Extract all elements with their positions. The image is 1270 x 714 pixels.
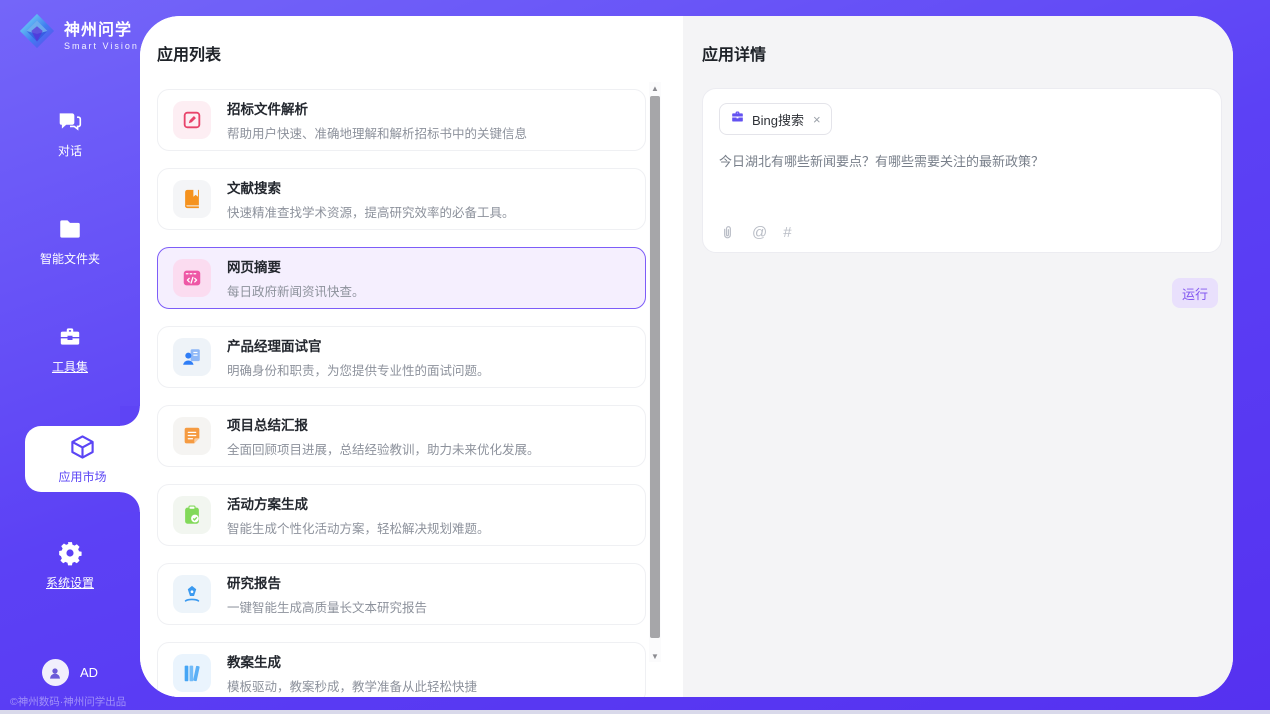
- app-card-description: 每日政府新闻资讯快查。: [227, 281, 365, 300]
- topic-icon[interactable]: #: [783, 224, 791, 241]
- app-card-description: 帮助用户快速、准确地理解和解析招标书中的关键信息: [227, 123, 527, 142]
- book-icon: [173, 180, 211, 218]
- paperclip-icon[interactable]: [719, 224, 736, 241]
- app-card[interactable]: 教案生成 模板驱动，教案秒成，教学准备从此轻松快捷: [157, 642, 646, 697]
- app-card-name: 网页摘要: [227, 256, 365, 276]
- note-icon: [173, 417, 211, 455]
- app-logo: 神州问学 Smart Vision: [18, 12, 139, 55]
- sidebar-nav-label: 智能文件夹: [40, 250, 100, 267]
- scrollbar-down-arrow-icon[interactable]: ▼: [649, 650, 661, 662]
- app-detail-title: 应用详情: [702, 41, 1233, 65]
- tag-close-icon[interactable]: ×: [813, 112, 821, 127]
- sidebar-nav-label: 系统设置: [46, 574, 94, 591]
- app-card[interactable]: 产品经理面试官 明确身份和职责，为您提供专业性的面试问题。: [157, 326, 646, 388]
- app-card-description: 明确身份和职责，为您提供专业性的面试问题。: [227, 360, 490, 379]
- user-account[interactable]: AD: [0, 659, 140, 686]
- scrollbar-thumb[interactable]: [650, 96, 660, 638]
- sidebar-nav: 对话 智能文件夹 工具集 应用市场: [0, 102, 140, 642]
- app-list-title: 应用列表: [157, 41, 683, 65]
- folder-icon: [57, 216, 84, 243]
- toolbox-icon: [57, 324, 84, 351]
- user-name: AD: [80, 665, 98, 680]
- user-avatar-icon: [42, 659, 69, 686]
- sidebar-nav-item[interactable]: 系统设置: [0, 534, 140, 596]
- app-window: 神州问学 Smart Vision 对话 智能文件夹 工具集: [0, 0, 1270, 714]
- app-card[interactable]: 网页摘要 每日政府新闻资讯快查。: [157, 247, 646, 309]
- briefcase-icon: [730, 109, 745, 129]
- chat-icon: [57, 108, 84, 135]
- pen-square-icon: [173, 101, 211, 139]
- app-list-panel: 应用列表 招标文件解析 帮助用户快速、准确地理解和解析招标书中的关键信息: [140, 16, 683, 697]
- app-card-name: 产品经理面试官: [227, 335, 490, 355]
- app-card[interactable]: 活动方案生成 智能生成个性化活动方案，轻松解决规划难题。: [157, 484, 646, 546]
- prompt-input[interactable]: 今日湖北有哪些新闻要点？有哪些需要关注的最新政策？: [719, 152, 1199, 172]
- logo-subtitle: Smart Vision: [64, 41, 139, 51]
- browser-code-icon: [173, 259, 211, 297]
- copyright-text: ©神州数码·神州问学出品: [10, 694, 126, 709]
- interviewer-icon: [173, 338, 211, 376]
- sidebar: 神州问学 Smart Vision 对话 智能文件夹 工具集: [0, 0, 140, 714]
- gear-icon: [57, 540, 84, 567]
- books-icon: [173, 654, 211, 692]
- ink-pen-icon: [173, 575, 211, 613]
- attachment-toolbar: @ #: [719, 224, 792, 241]
- cube-icon: [69, 434, 96, 461]
- app-card-name: 研究报告: [227, 572, 427, 592]
- tool-tag-label: Bing搜索: [752, 110, 804, 129]
- app-card-name: 活动方案生成: [227, 493, 490, 513]
- main-content: 应用列表 招标文件解析 帮助用户快速、准确地理解和解析招标书中的关键信息: [140, 16, 1233, 697]
- sidebar-nav-label: 对话: [58, 142, 82, 159]
- app-card-name: 项目总结汇报: [227, 414, 540, 434]
- app-card-description: 快速精准查找学术资源，提高研究效率的必备工具。: [227, 202, 515, 221]
- app-card-list: 招标文件解析 帮助用户快速、准确地理解和解析招标书中的关键信息 文献搜索 快速精…: [157, 89, 683, 697]
- scrollbar[interactable]: ▲ ▼: [649, 82, 661, 662]
- app-card-name: 文献搜索: [227, 177, 515, 197]
- app-card[interactable]: 文献搜索 快速精准查找学术资源，提高研究效率的必备工具。: [157, 168, 646, 230]
- scrollbar-up-arrow-icon[interactable]: ▲: [649, 82, 661, 94]
- run-button[interactable]: 运行: [1172, 278, 1218, 308]
- sidebar-nav-label: 应用市场: [58, 468, 106, 485]
- tool-tag-bing-search[interactable]: Bing搜索 ×: [719, 103, 832, 135]
- bottom-divider: [0, 710, 1270, 714]
- app-card-description: 智能生成个性化活动方案，轻松解决规划难题。: [227, 518, 490, 537]
- logo-text: 神州问学 Smart Vision: [64, 16, 139, 51]
- sidebar-nav-item[interactable]: 应用市场: [25, 426, 140, 492]
- clipboard-check-icon: [173, 496, 211, 534]
- diamond-logo-icon: [18, 12, 56, 55]
- app-card[interactable]: 项目总结汇报 全面回顾项目进展，总结经验教训，助力未来优化发展。: [157, 405, 646, 467]
- sidebar-nav-item[interactable]: 对话: [0, 102, 140, 164]
- app-detail-panel: 应用详情 Bing搜索 × 今日湖北有哪些新闻要点？有哪些需要关注的最新政策？: [683, 16, 1233, 697]
- logo-title: 神州问学: [64, 16, 139, 40]
- mention-icon[interactable]: @: [752, 224, 767, 241]
- app-card-description: 模板驱动，教案秒成，教学准备从此轻松快捷: [227, 676, 477, 695]
- app-card-description: 全面回顾项目进展，总结经验教训，助力未来优化发展。: [227, 439, 540, 458]
- app-card[interactable]: 招标文件解析 帮助用户快速、准确地理解和解析招标书中的关键信息: [157, 89, 646, 151]
- sidebar-nav-item[interactable]: 智能文件夹: [0, 210, 140, 272]
- sidebar-nav-label: 工具集: [52, 358, 88, 375]
- app-card-name: 教案生成: [227, 651, 477, 671]
- app-card[interactable]: 研究报告 一键智能生成高质量长文本研究报告: [157, 563, 646, 625]
- app-card-name: 招标文件解析: [227, 98, 527, 118]
- sidebar-nav-item[interactable]: 工具集: [0, 318, 140, 380]
- prompt-card: Bing搜索 × 今日湖北有哪些新闻要点？有哪些需要关注的最新政策？ @ #: [702, 88, 1222, 253]
- app-card-description: 一键智能生成高质量长文本研究报告: [227, 597, 427, 616]
